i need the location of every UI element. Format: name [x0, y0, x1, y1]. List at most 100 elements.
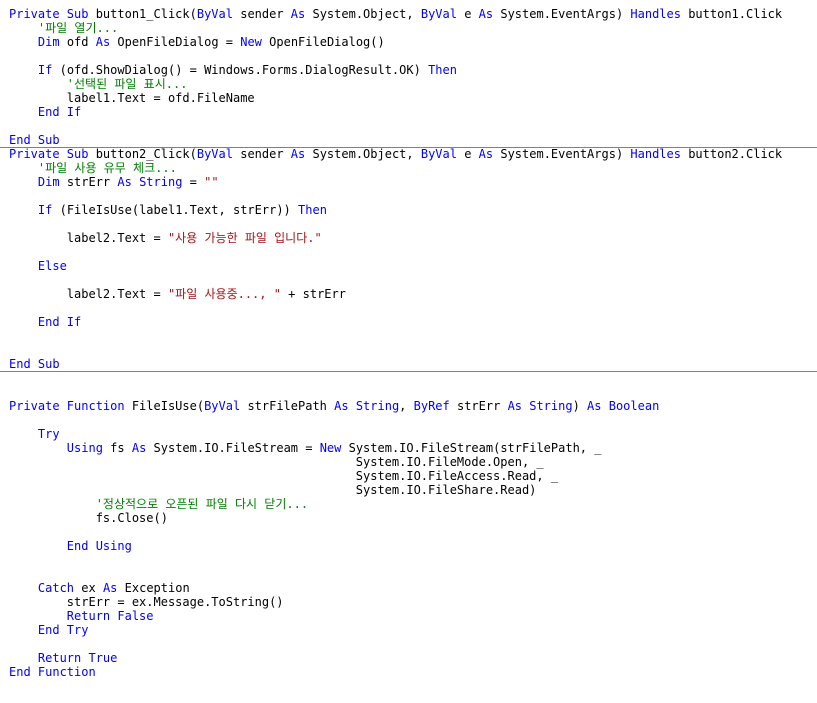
code-text-token: =	[189, 175, 205, 189]
code-text-token: System.EventArgs)	[500, 147, 631, 161]
code-line: label2.Text = "사용 가능한 파일 입니다."	[9, 231, 817, 245]
blank-code-line	[9, 301, 817, 315]
code-text-token: fs	[110, 441, 132, 455]
code-text-token: System.IO.FileAccess.Read, _	[9, 469, 559, 483]
keyword-token: As	[290, 7, 313, 21]
code-line: If (FileIsUse(label1.Text, strErr)) Then	[9, 203, 817, 217]
code-line: System.IO.FileAccess.Read, _	[9, 469, 817, 483]
code-text-token: e	[464, 7, 479, 21]
keyword-token: Handles	[630, 7, 689, 21]
keyword-token: If	[37, 203, 60, 217]
keyword-token: As	[131, 441, 154, 455]
keyword-token: End If	[37, 105, 82, 119]
keyword-token: As String	[117, 175, 190, 189]
code-text-token: (FileIsUse(label1.Text, strErr))	[59, 203, 299, 217]
keyword-token: Catch	[37, 581, 82, 595]
code-line: fs.Close()	[9, 511, 817, 525]
keyword-token: As String	[334, 399, 400, 413]
string-literal-token: ""	[204, 175, 219, 189]
blank-code-line	[9, 217, 817, 231]
code-text-token: ex	[81, 581, 103, 595]
keyword-token: If	[37, 63, 60, 77]
comment-token: '파일 열기...	[37, 21, 119, 35]
code-line: label2.Text = "파일 사용중..., " + strErr	[9, 287, 817, 301]
keyword-token: Then	[428, 63, 457, 77]
code-text-token: )	[572, 399, 588, 413]
keyword-token: Return False	[66, 609, 154, 623]
keyword-token: As Boolean	[587, 399, 660, 413]
code-line: '파일 사용 유무 체크...	[9, 161, 817, 175]
code-line: End Sub	[9, 357, 817, 371]
keyword-token: Private Sub	[9, 7, 96, 21]
code-text-token: System.Object,	[312, 147, 421, 161]
code-line: Dim strErr As String = ""	[9, 175, 817, 189]
keyword-token: ByVal	[420, 7, 465, 21]
keyword-token: ByVal	[420, 147, 465, 161]
code-text-token: e	[464, 147, 479, 161]
code-line: Private Sub button2_Click(ByVal sender A…	[9, 147, 817, 161]
blank-code-line	[9, 637, 817, 651]
keyword-token: End If	[37, 315, 82, 329]
code-line: Else	[9, 259, 817, 273]
code-text-token: button1.Click	[688, 7, 783, 21]
code-text-token: ofd	[66, 35, 96, 49]
code-text-token: FileIsUse(	[131, 399, 205, 413]
keyword-token: As	[102, 581, 125, 595]
code-line: End Using	[9, 539, 817, 553]
code-line: System.IO.FileShare.Read)	[9, 483, 817, 497]
blank-code-line	[9, 329, 817, 343]
keyword-token: New	[240, 35, 270, 49]
code-line: Private Sub button1_Click(ByVal sender A…	[9, 7, 817, 21]
code-text-token: sender	[240, 7, 291, 21]
keyword-token: Try	[37, 427, 60, 441]
keyword-token: End Sub	[9, 133, 60, 147]
code-text-token: System.IO.FileMode.Open, _	[9, 455, 544, 469]
keyword-token: ByVal	[196, 7, 241, 21]
code-text-token: button1_Click(	[95, 7, 197, 21]
code-text-token: System.IO.FileStream =	[153, 441, 320, 455]
procedure-separator-line	[0, 147, 817, 148]
code-line: End If	[9, 315, 817, 329]
code-text-token: System.EventArgs)	[500, 7, 631, 21]
keyword-token: Handles	[630, 147, 689, 161]
keyword-token: End Sub	[9, 357, 60, 371]
comment-token: '정상적으로 오픈된 파일 다시 닫기...	[95, 497, 309, 511]
blank-code-line	[9, 525, 817, 539]
code-text-token: label2.Text =	[9, 287, 168, 301]
keyword-token: Private Sub	[9, 147, 96, 161]
keyword-token: Return True	[37, 651, 118, 665]
keyword-token: ByRef	[413, 399, 457, 413]
code-text-token: System.IO.FileStream(strFilePath, _	[348, 441, 602, 455]
blank-code-line	[9, 343, 817, 357]
blank-code-line	[9, 371, 817, 385]
blank-code-line	[9, 553, 817, 567]
code-text-token: strFilePath	[247, 399, 335, 413]
string-literal-token: "파일 사용중..., "	[167, 287, 281, 301]
blank-code-line	[9, 567, 817, 581]
code-line: '정상적으로 오픈된 파일 다시 닫기...	[9, 497, 817, 511]
blank-code-line	[9, 385, 817, 399]
code-line: Return False	[9, 609, 817, 623]
code-line: End Try	[9, 623, 817, 637]
keyword-token: As	[478, 147, 501, 161]
code-line: '파일 열기...	[9, 21, 817, 35]
code-text-token: ,	[399, 399, 414, 413]
code-line: Try	[9, 427, 817, 441]
code-line: End Sub	[9, 133, 817, 147]
keyword-token: Dim	[37, 175, 67, 189]
keyword-token: ByVal	[204, 399, 248, 413]
procedure-separator-line	[0, 371, 817, 372]
blank-code-line	[9, 273, 817, 287]
